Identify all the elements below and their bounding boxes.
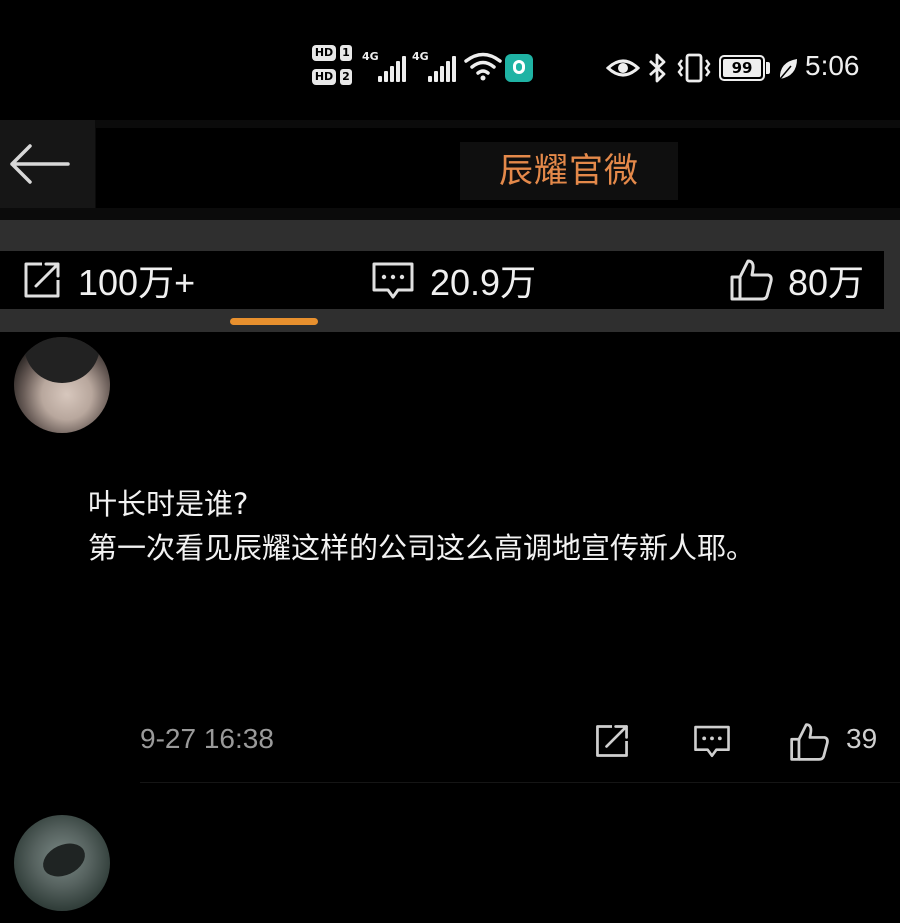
stats-section: 100万+ 20.9万 80万	[0, 220, 900, 332]
avatar[interactable]	[14, 815, 110, 911]
signal-icon-2: 4G	[412, 50, 458, 82]
comment-timestamp: 9-27 16:38	[140, 723, 274, 754]
hd1-badge: HD	[312, 45, 336, 61]
avatar[interactable]	[14, 337, 110, 433]
battery-tip	[766, 62, 770, 74]
wifi-icon	[464, 52, 502, 81]
weibo-post-page: HD 1 HD 2 4G 4G 99 5:06 辰耀官微 100万+ 20.9万…	[0, 0, 900, 923]
back-arrow-icon	[10, 144, 70, 184]
network-type-1: 4G	[362, 50, 379, 63]
dual-sim-indicator: HD 1 HD 2	[312, 45, 354, 93]
network-type-2: 4G	[412, 50, 429, 63]
share-icon[interactable]	[592, 721, 632, 761]
thumbs-up-icon	[730, 259, 773, 301]
title-box: 辰耀官微	[460, 142, 678, 200]
comment-text: 叶长时是谁? 第一次看见辰耀这样的公司这么高调地宣传新人耶。	[88, 487, 756, 565]
comment-icon[interactable]	[692, 721, 732, 761]
repost-count: 100万+	[78, 262, 196, 303]
status-time: 5:06	[805, 50, 860, 81]
page-title: 辰耀官微	[499, 151, 639, 191]
battery-level: 99	[723, 59, 761, 77]
battery-icon: 99	[719, 55, 765, 81]
thumbs-up-icon[interactable]	[788, 721, 830, 763]
back-button[interactable]	[0, 120, 95, 208]
comment-icon	[372, 262, 414, 299]
comment-like-count: 39	[846, 723, 878, 754]
tab-indicator	[230, 318, 318, 325]
sim2-number: 2	[340, 69, 352, 85]
comment-divider	[140, 782, 900, 783]
comment-item: 叶长时是谁? 第一次看见辰耀这样的公司这么高调地宣传新人耶。 9-27 16:3…	[0, 332, 900, 792]
comment-meta: 9-27 16:38 39	[140, 717, 900, 763]
stats-bar: 100万+ 20.9万 80万	[0, 251, 884, 309]
app-notification-icon	[505, 54, 533, 82]
title-area: 辰耀官微	[96, 128, 900, 208]
hd2-badge: HD	[312, 69, 336, 85]
signal-icon: 4G	[362, 50, 408, 82]
status-bar: HD 1 HD 2 4G 4G 99 5:06	[0, 0, 900, 120]
vibrate-icon	[677, 53, 711, 83]
sim1-number: 1	[340, 45, 352, 61]
eye-icon	[606, 59, 640, 77]
share-icon	[24, 262, 60, 298]
comment-count: 20.9万	[430, 262, 537, 303]
top-header: 辰耀官微	[0, 120, 900, 220]
bluetooth-icon	[649, 53, 666, 83]
comment-stat[interactable]: 20.9万	[370, 251, 536, 309]
like-stat[interactable]: 80万	[728, 251, 864, 309]
like-count-total: 80万	[788, 262, 865, 303]
leaf-icon	[779, 59, 797, 80]
repost-stat[interactable]: 100万+	[20, 251, 195, 309]
